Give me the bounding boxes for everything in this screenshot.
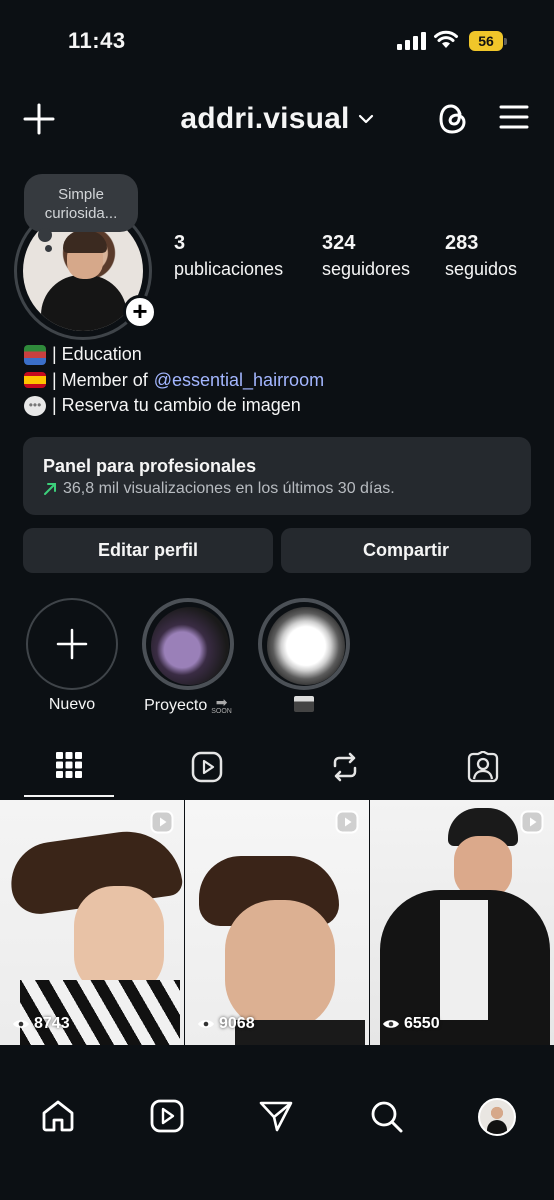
username: addri.visual	[180, 102, 350, 135]
tagged-person-icon	[467, 751, 499, 783]
username-switcher[interactable]: addri.visual	[0, 102, 554, 136]
stat-following[interactable]: 283 seguidos	[445, 230, 517, 282]
speech-bubble-emoji-icon: •••	[24, 395, 46, 416]
post-photo	[185, 800, 369, 1045]
plus-icon	[56, 628, 88, 660]
threads-icon[interactable]	[436, 100, 470, 138]
post-photo	[0, 800, 184, 1045]
active-tab-indicator	[24, 795, 114, 797]
cellular-signal-icon	[397, 32, 427, 50]
stat-posts-value: 3	[174, 232, 186, 254]
spain-flag-emoji-icon	[24, 372, 46, 389]
reel-badge-icon	[150, 810, 174, 834]
highlight-proyecto[interactable]: Proyecto ➡ SOON	[142, 598, 234, 716]
post-tile[interactable]: 9068	[185, 800, 369, 1045]
bottom-navigation	[0, 1080, 554, 1200]
highlight-proyecto-cover	[151, 607, 229, 685]
profile-note-bubble[interactable]: Simple curiosida...	[24, 174, 138, 232]
share-profile-button[interactable]: Compartir	[281, 528, 531, 573]
dashboard-subtitle: 36,8 mil visualizaciones en los últimos …	[63, 480, 395, 497]
tab-reposts[interactable]	[300, 748, 390, 798]
stat-followers-label: seguidores	[322, 259, 411, 279]
eye-icon	[383, 1020, 399, 1028]
bio-line-2-prefix: | Member of	[52, 369, 148, 390]
post-tile[interactable]: 6550	[370, 800, 554, 1045]
books-emoji-icon	[24, 344, 46, 365]
soon-arrow-emoji-icon: ➡ SOON	[211, 694, 232, 715]
highlight-proyecto-badge: SOON	[211, 708, 232, 715]
reel-badge-icon	[520, 810, 544, 834]
battery-level: 56	[469, 31, 503, 51]
status-bar: 11:43 56	[0, 0, 554, 84]
bio-line-1: | Education	[52, 344, 142, 364]
profile-bio: | Education | Member of @essential_hairr…	[24, 342, 324, 419]
chevron-down-icon	[358, 114, 373, 124]
posts-grid: 8743 9068 6550	[0, 800, 554, 1045]
post-views: 9068	[219, 1015, 255, 1032]
highlight-new[interactable]: Nuevo	[26, 598, 118, 714]
stat-posts-label: publicaciones	[174, 259, 284, 279]
post-views: 8743	[34, 1015, 70, 1032]
eye-icon	[13, 1020, 29, 1028]
trend-up-arrow-icon	[44, 483, 56, 495]
post-tile[interactable]: 8743	[0, 800, 184, 1045]
direct-messages-icon[interactable]	[258, 1098, 294, 1134]
edit-profile-button[interactable]: Editar perfil	[23, 528, 273, 573]
highlight-clapper[interactable]	[258, 598, 350, 712]
hamburger-menu-icon[interactable]	[498, 102, 530, 132]
post-views: 6550	[404, 1015, 440, 1032]
repost-icon	[333, 752, 357, 782]
reels-nav-icon[interactable]	[149, 1098, 185, 1134]
stat-posts[interactable]: 3 publicaciones	[174, 230, 283, 282]
grid-icon	[56, 752, 82, 778]
stat-followers[interactable]: 324 seguidores	[322, 230, 410, 282]
dashboard-title: Panel para profesionales	[43, 456, 257, 476]
bio-line-3: | Reserva tu cambio de imagen	[52, 395, 301, 415]
clapper-board-emoji-icon	[294, 696, 314, 712]
stat-followers-value: 324	[322, 232, 356, 254]
status-time: 11:43	[68, 28, 126, 53]
battery-icon: 56	[469, 31, 507, 51]
highlight-new-label: Nuevo	[48, 696, 96, 713]
note-bubble-tail	[38, 228, 52, 242]
search-icon[interactable]	[368, 1098, 404, 1134]
add-story-plus-icon[interactable]: +	[123, 295, 157, 329]
professional-dashboard-card[interactable]: Panel para profesionales 36,8 mil visual…	[23, 437, 531, 515]
profile-header: addri.visual	[0, 96, 554, 144]
stat-following-value: 283	[445, 232, 479, 254]
stat-following-label: seguidos	[445, 259, 518, 279]
bio-mention-link[interactable]: @essential_hairroom	[154, 368, 324, 394]
eye-icon	[198, 1020, 214, 1028]
home-icon[interactable]	[40, 1098, 76, 1134]
wifi-icon	[434, 30, 458, 48]
reel-badge-icon	[335, 810, 359, 834]
tab-grid[interactable]	[24, 748, 114, 798]
tab-reels[interactable]	[162, 748, 252, 798]
note-bubble-tail-small	[45, 245, 52, 252]
post-photo	[370, 800, 554, 1045]
profile-avatar-nav[interactable]	[478, 1098, 516, 1136]
highlight-clapper-cover	[267, 607, 345, 685]
profile-content-tabs	[0, 748, 554, 800]
tab-tagged[interactable]	[438, 748, 528, 798]
highlight-proyecto-label: Proyecto	[144, 697, 208, 714]
reels-icon	[191, 751, 223, 783]
